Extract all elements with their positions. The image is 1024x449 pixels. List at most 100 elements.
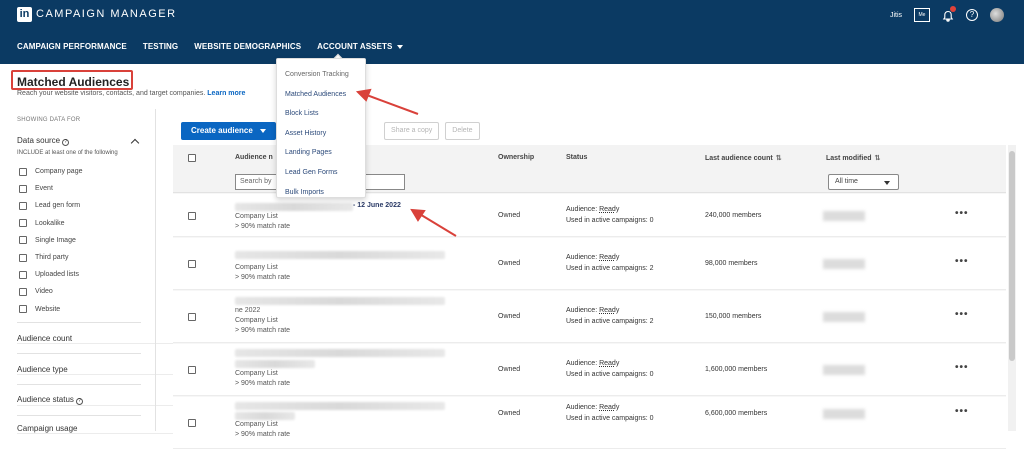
status-ready[interactable]: Ready [599,254,619,261]
table-row[interactable]: Company List > 90% match rate Owned Audi… [173,397,1006,449]
row-checkbox[interactable] [188,260,196,268]
share-copy-button[interactable]: Share a copy [384,122,440,140]
checkbox[interactable] [19,236,27,245]
checkbox[interactable] [19,167,27,176]
checkbox[interactable] [19,305,27,314]
match-rate: > 90% match rate [235,431,291,438]
menu-item-block-lists[interactable]: Block Lists [277,104,365,124]
source-option-video[interactable]: Video [17,283,141,300]
column-last-modified[interactable]: Last modified ⇅ [826,154,880,162]
learn-more-link[interactable]: Learn more [207,90,245,97]
status-ready[interactable]: Ready [599,206,619,213]
table-row[interactable]: Company List > 90% match rate Owned Audi… [173,344,1006,396]
redacted-date [823,409,865,419]
status-ready[interactable]: Ready [599,404,619,411]
audience-name-date[interactable]: - 12 June 2022 [353,202,401,209]
divider [17,322,141,323]
annotation-arrow-menu [363,93,419,115]
row-checkbox[interactable] [188,212,196,220]
checkbox[interactable] [19,253,27,262]
nav-account-assets[interactable]: ACCOUNT ASSETS [317,42,404,51]
nav-testing[interactable]: TESTING [143,42,178,51]
data-source-options: Company page Event Lead gen form Lookali… [17,163,141,318]
checkbox[interactable] [19,270,27,279]
status-ready[interactable]: Ready [599,307,619,314]
info-icon[interactable]: ? [75,398,83,405]
option-label: Website [35,305,61,313]
delete-button[interactable]: Delete [445,122,480,140]
account-name[interactable]: Jitis [890,12,902,19]
checkbox[interactable] [19,219,27,228]
table-row[interactable]: Company List > 90% match rate Owned Audi… [173,238,1006,290]
menu-item-asset-history[interactable]: Asset History [277,124,365,144]
source-option-uploaded-lists[interactable]: Uploaded lists [17,266,141,283]
source-option-single-image[interactable]: Single Image [17,232,141,249]
select-all-checkbox[interactable] [188,154,196,162]
sort-icon[interactable]: ⇅ [875,154,881,162]
date-filter-select[interactable]: All time [828,174,899,190]
source-option-website[interactable]: Website [17,301,141,318]
help-icon[interactable]: ? [966,9,978,21]
source-option-event[interactable]: Event [17,180,141,197]
source-option-lead-gen-form[interactable]: Lead gen form [17,197,141,214]
option-label: Single Image [35,236,76,244]
filter-label: Audience count [17,334,73,343]
chevron-up-icon[interactable] [130,138,140,148]
row-checkbox[interactable] [188,419,196,427]
audience-type: Company List [235,317,278,324]
campaign-usage: Used in active campaigns: 2 [566,265,654,272]
redacted-date [823,211,865,221]
chevron-down-icon [397,44,404,49]
more-actions-icon[interactable]: ••• [955,256,969,267]
menu-item-conversion-tracking[interactable]: Conversion Tracking [277,65,365,85]
table-scrollbar[interactable] [1008,145,1016,431]
row-checkbox[interactable] [188,366,196,374]
bell-icon[interactable] [942,6,956,22]
info-icon[interactable]: ? [62,139,70,146]
checkbox[interactable] [19,201,27,210]
account-badge[interactable]: Me [914,8,930,22]
linkedin-logo-icon[interactable]: in [17,7,32,22]
data-source-header[interactable]: Data source? [17,136,141,148]
subtitle-text: Reach your website visitors, contacts, a… [17,90,206,97]
status-prefix: Audience: [566,404,598,411]
scrollbar-thumb[interactable] [1009,151,1015,361]
option-label: Video [35,288,53,296]
sort-icon[interactable]: ⇅ [776,154,782,162]
more-actions-icon[interactable]: ••• [955,362,969,373]
status-ready[interactable]: Ready [599,360,619,367]
checkbox[interactable] [19,287,27,296]
column-ownership[interactable]: Ownership [498,154,534,161]
create-audience-button[interactable]: Create audience [181,122,277,140]
redacted-name [235,402,445,410]
more-actions-icon[interactable]: ••• [955,208,969,219]
audience-type: Company List [235,421,278,428]
table-row[interactable]: ne 2022 Company List > 90% match rate Ow… [173,291,1006,343]
avatar[interactable] [990,8,1004,22]
source-option-lookalike[interactable]: Lookalike [17,215,141,232]
app-title[interactable]: CAMPAIGN MANAGER [36,8,177,20]
match-rate: > 90% match rate [235,327,291,334]
nav-website-demographics[interactable]: WEBSITE DEMOGRAPHICS [194,42,301,51]
campaign-usage: Used in active campaigns: 0 [566,415,654,422]
ownership: Owned [498,212,521,219]
source-option-company-page[interactable]: Company page [17,163,141,180]
menu-item-lead-gen-forms[interactable]: Lead Gen Forms [277,163,365,183]
more-actions-icon[interactable]: ••• [955,309,969,320]
menu-item-matched-audiences[interactable]: Matched Audiences [277,85,365,105]
nav-campaign-performance[interactable]: CAMPAIGN PERFORMANCE [17,42,127,51]
more-actions-icon[interactable]: ••• [955,406,969,417]
header-actions: Jitis Me ? [890,6,1004,22]
column-audience-name[interactable]: Audience n [235,154,273,161]
column-label: Last modified [826,155,872,162]
checkbox[interactable] [19,184,27,193]
menu-item-landing-pages[interactable]: Landing Pages [277,143,365,163]
row-checkbox[interactable] [188,313,196,321]
column-status[interactable]: Status [566,154,587,161]
status-line: Audience: Ready [566,206,619,213]
source-option-third-party[interactable]: Third party [17,249,141,266]
column-last-audience-count[interactable]: Last audience count ⇅ [705,154,782,162]
option-label: Lead gen form [35,202,81,210]
menu-item-bulk-imports[interactable]: Bulk Imports [277,183,365,203]
match-rate: > 90% match rate [235,274,291,281]
